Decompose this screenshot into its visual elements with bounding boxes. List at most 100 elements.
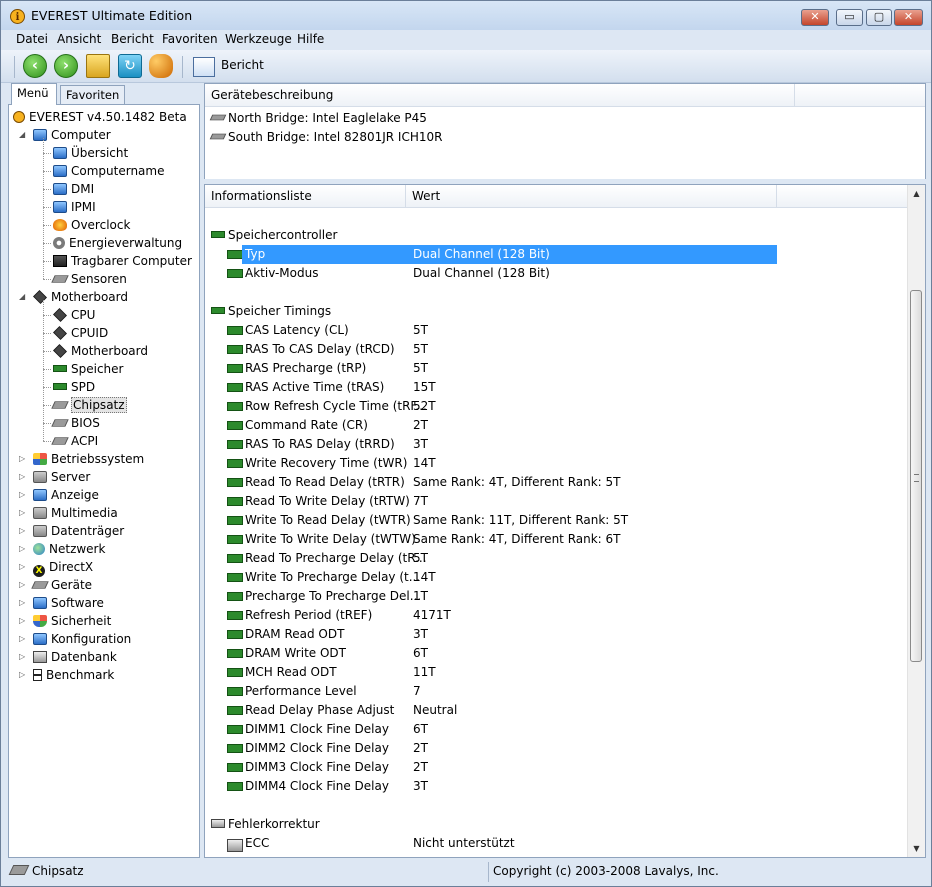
info-row[interactable]: Write To Read Delay (tWTR) Same Rank: 11T… xyxy=(205,511,908,530)
tree-node[interactable]: CPU xyxy=(53,306,95,324)
info-row-selected[interactable]: Typ Dual Channel (128 Bit) xyxy=(205,245,908,264)
info-row[interactable]: CAS Latency (CL) 5T xyxy=(205,321,908,340)
info-row[interactable]: Write Recovery Time (tWR) 14T xyxy=(205,454,908,473)
tree-node[interactable]: Chipsatz xyxy=(51,396,127,414)
menu-hilfe[interactable]: Hilfe xyxy=(297,32,324,46)
tree-node[interactable]: DMI xyxy=(53,180,94,198)
expand-arrow-icon[interactable]: ▷ xyxy=(19,670,25,679)
close-app-button[interactable]: ✕ xyxy=(801,9,829,26)
expand-arrow-icon[interactable]: ▷ xyxy=(19,472,25,481)
tree-node[interactable]: Overclock xyxy=(53,216,130,234)
report-button-label[interactable]: Bericht xyxy=(221,58,264,72)
tree-node[interactable]: Betriebssystem xyxy=(33,450,144,468)
title-bar[interactable]: i EVEREST Ultimate Edition ▭ ▢ ✕ ✕ xyxy=(1,1,931,30)
info-row[interactable]: RAS To CAS Delay (tRCD) 5T xyxy=(205,340,908,359)
info-value-header[interactable]: Wert xyxy=(406,185,777,207)
tree-node[interactable]: Software xyxy=(33,594,104,612)
maximize-button[interactable]: ▢ xyxy=(866,9,892,26)
info-row[interactable]: RAS Active Time (tRAS) 15T xyxy=(205,378,908,397)
tree-node[interactable]: Motherboard xyxy=(53,342,148,360)
expand-arrow-icon[interactable]: ▷ xyxy=(19,598,25,607)
info-row[interactable]: DIMM1 Clock Fine Delay 6T xyxy=(205,720,908,739)
tree-node[interactable]: Computername xyxy=(53,162,164,180)
info-row[interactable]: DRAM Read ODT 3T xyxy=(205,625,908,644)
info-group-row[interactable]: Fehlerkorrektur xyxy=(205,815,908,834)
menu-datei[interactable]: Datei xyxy=(16,32,48,46)
tab-menu[interactable]: Menü xyxy=(11,83,57,105)
users-icon[interactable] xyxy=(149,54,173,78)
expand-arrow-icon[interactable]: ▷ xyxy=(19,616,25,625)
info-row[interactable]: DRAM Write ODT 6T xyxy=(205,644,908,663)
tree-node[interactable]: Datenträger xyxy=(33,522,124,540)
report-icon[interactable] xyxy=(193,57,215,77)
device-description-header[interactable]: Gerätebeschreibung xyxy=(205,84,795,106)
tree-node[interactable]: Geräte xyxy=(31,576,92,594)
tree-node[interactable]: Netzwerk xyxy=(33,540,105,558)
expand-arrow-icon[interactable]: ▷ xyxy=(19,562,25,571)
scroll-down-arrow-icon[interactable]: ▼ xyxy=(908,840,925,857)
tree-node[interactable]: Motherboard xyxy=(33,288,128,306)
expand-arrow-icon[interactable]: ▷ xyxy=(19,544,25,553)
info-row[interactable]: MCH Read ODT 11T xyxy=(205,663,908,682)
expand-arrow-icon[interactable]: ▷ xyxy=(19,454,25,463)
navigation-tree[interactable]: EVEREST v4.50.1482 Beta Computer ◢ Übersich… xyxy=(8,104,200,858)
info-group-row[interactable]: Speicher Timings xyxy=(205,302,908,321)
tree-node[interactable]: Energieverwaltung xyxy=(53,234,182,252)
tree-node[interactable]: CPUID xyxy=(53,324,108,342)
info-row[interactable]: Read To Precharge Delay (tR... 5T xyxy=(205,549,908,568)
expand-arrow-icon[interactable]: ▷ xyxy=(19,508,25,517)
info-row[interactable]: Row Refresh Cycle Time (tRF... 52T xyxy=(205,397,908,416)
info-row[interactable]: Performance Level 7 xyxy=(205,682,908,701)
expand-arrow-icon[interactable]: ▷ xyxy=(19,634,25,643)
scroll-thumb[interactable] xyxy=(910,290,922,662)
device-row-south-bridge[interactable]: South Bridge: Intel 82801JR ICH10R xyxy=(209,128,442,147)
tree-node[interactable]: Speicher xyxy=(53,360,123,378)
tree-node[interactable]: Benchmark xyxy=(33,666,114,684)
collapse-arrow-icon[interactable]: ◢ xyxy=(19,130,25,139)
tree-node[interactable]: Anzeige xyxy=(33,486,99,504)
expand-arrow-icon[interactable]: ▷ xyxy=(19,490,25,499)
refresh-icon[interactable]: ↻ xyxy=(118,54,142,78)
tree-node[interactable]: Sensoren xyxy=(51,270,127,288)
expand-arrow-icon[interactable]: ▷ xyxy=(19,652,25,661)
everest-app-icon[interactable]: i xyxy=(10,9,25,24)
back-arrow-icon[interactable]: ‹ xyxy=(23,54,47,78)
info-row[interactable]: Read Delay Phase Adjust Neutral xyxy=(205,701,908,720)
info-row[interactable]: Precharge To Precharge Del... 1T xyxy=(205,587,908,606)
info-row[interactable]: Refresh Period (tREF) 4171T xyxy=(205,606,908,625)
tree-node[interactable]: Server xyxy=(33,468,90,486)
device-row-north-bridge[interactable]: North Bridge: Intel Eaglelake P45 xyxy=(209,109,427,128)
info-row[interactable]: RAS To RAS Delay (tRRD) 3T xyxy=(205,435,908,454)
menu-favoriten[interactable]: Favoriten xyxy=(162,32,218,46)
tree-node[interactable]: ACPI xyxy=(51,432,98,450)
info-row[interactable]: Write To Precharge Delay (t... 14T xyxy=(205,568,908,587)
close-button[interactable]: ✕ xyxy=(894,9,923,26)
tree-node[interactable]: SPD xyxy=(53,378,95,396)
minimize-button[interactable]: ▭ xyxy=(836,9,863,26)
menu-bericht[interactable]: Bericht xyxy=(111,32,154,46)
tab-favorites[interactable]: Favoriten xyxy=(60,85,125,105)
tree-node[interactable]: IPMI xyxy=(53,198,96,216)
expand-arrow-icon[interactable]: ▷ xyxy=(19,580,25,589)
tree-node[interactable]: Sicherheit xyxy=(33,612,111,630)
menu-ansicht[interactable]: Ansicht xyxy=(57,32,101,46)
scroll-up-arrow-icon[interactable]: ▲ xyxy=(908,185,925,202)
tree-node[interactable]: EVEREST v4.50.1482 Beta xyxy=(13,108,187,126)
forward-arrow-icon[interactable]: › xyxy=(54,54,78,78)
info-row[interactable]: RAS Precharge (tRP) 5T xyxy=(205,359,908,378)
tree-node[interactable]: BIOS xyxy=(51,414,100,432)
info-row[interactable]: DIMM4 Clock Fine Delay 3T xyxy=(205,777,908,796)
info-row[interactable]: Read To Read Delay (tRTR) Same Rank: 4T, … xyxy=(205,473,908,492)
tree-node[interactable]: Übersicht xyxy=(53,144,128,162)
tree-node[interactable]: Konfiguration xyxy=(33,630,131,648)
tree-node[interactable]: Tragbarer Computer xyxy=(53,252,192,270)
info-row[interactable]: Read To Write Delay (tRTW) 7T xyxy=(205,492,908,511)
info-row[interactable]: ECC Nicht unterstützt xyxy=(205,834,908,853)
info-row[interactable]: Aktiv-Modus Dual Channel (128 Bit) xyxy=(205,264,908,283)
info-row[interactable]: DIMM2 Clock Fine Delay 2T xyxy=(205,739,908,758)
tree-node[interactable]: X DirectX xyxy=(33,558,93,577)
expand-arrow-icon[interactable]: ▷ xyxy=(19,526,25,535)
tree-node[interactable]: Datenbank xyxy=(33,648,117,666)
info-group-row[interactable]: Speichercontroller xyxy=(205,226,908,245)
folder-up-icon[interactable] xyxy=(86,54,110,78)
